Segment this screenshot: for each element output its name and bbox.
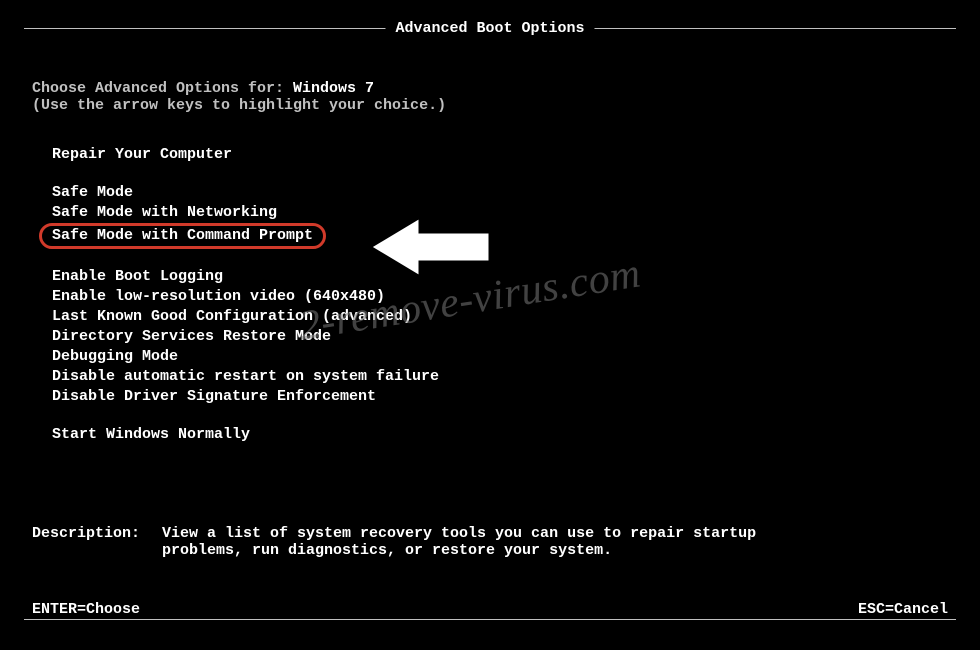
boot-menu[interactable]: Repair Your ComputerSafe ModeSafe Mode w… (52, 145, 439, 463)
menu-item[interactable]: Debugging Mode (52, 347, 439, 367)
menu-item[interactable]: Last Known Good Configuration (advanced) (52, 307, 439, 327)
menu-item[interactable]: Disable automatic restart on system fail… (52, 367, 439, 387)
menu-item[interactable]: Safe Mode (52, 183, 439, 203)
footer-divider (24, 619, 956, 620)
description-label: Description: (32, 525, 162, 559)
intro-os: Windows 7 (293, 80, 374, 97)
intro-hint: (Use the arrow keys to highlight your ch… (32, 97, 446, 114)
page-title: Advanced Boot Options (385, 20, 594, 37)
pointer-arrow-icon (365, 212, 495, 282)
footer-esc-hint: ESC=Cancel (852, 601, 948, 618)
description-block: Description: View a list of system recov… (32, 525, 948, 559)
intro-block: Choose Advanced Options for: Windows 7 (… (32, 80, 446, 114)
menu-group: Enable Boot LoggingEnable low-resolution… (52, 267, 439, 407)
footer-enter-hint: ENTER=Choose (32, 601, 146, 618)
menu-group: Start Windows Normally (52, 425, 439, 445)
description-text: View a list of system recovery tools you… (162, 525, 782, 559)
boot-options-screen: Advanced Boot Options Choose Advanced Op… (0, 0, 980, 650)
intro-prefix: Choose Advanced Options for: (32, 80, 293, 97)
menu-item[interactable]: Repair Your Computer (52, 145, 439, 165)
highlighted-menu-item[interactable]: Safe Mode with Command Prompt (39, 223, 326, 249)
menu-item[interactable]: Directory Services Restore Mode (52, 327, 439, 347)
menu-item[interactable]: Disable Driver Signature Enforcement (52, 387, 439, 407)
menu-group: Repair Your Computer (52, 145, 439, 165)
menu-item[interactable]: Start Windows Normally (52, 425, 439, 445)
menu-item[interactable]: Enable low-resolution video (640x480) (52, 287, 439, 307)
